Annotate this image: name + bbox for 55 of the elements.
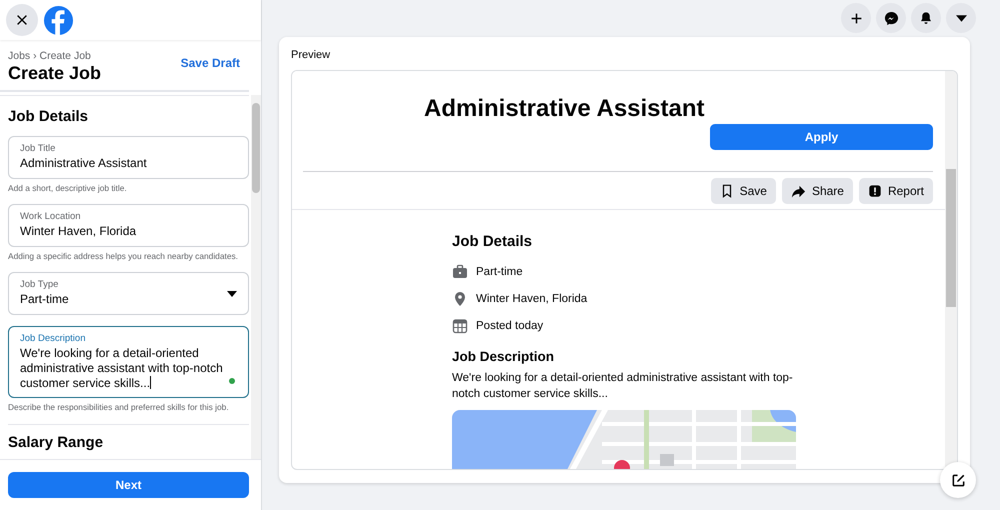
location-pin-icon xyxy=(452,290,468,306)
text-field[interactable]: Work Location Winter Haven, Florida xyxy=(8,204,249,247)
field-label: Job Type xyxy=(20,279,60,290)
exclamation-icon xyxy=(868,184,882,198)
compose-button[interactable] xyxy=(940,462,976,498)
section-title: Job Details xyxy=(8,108,90,125)
detail-text: Part-time xyxy=(476,266,523,278)
bell-icon xyxy=(919,11,933,25)
section-title: Salary Range xyxy=(8,434,104,451)
field-hint: Add a short, descriptive job title. xyxy=(8,183,128,193)
caret-icon xyxy=(227,291,237,297)
breadcrumb[interactable]: Jobs › Create Job xyxy=(8,50,102,62)
detail-text: Posted today xyxy=(476,320,544,332)
field-value: Administrative Assistant xyxy=(20,156,148,171)
page-title: Create Job xyxy=(8,63,102,84)
plus-icon xyxy=(850,12,862,24)
field-label: Work Location xyxy=(20,211,82,222)
save-draft-link[interactable]: Save Draft xyxy=(180,56,240,70)
apply-button[interactable]: Apply xyxy=(710,124,933,150)
field-hint: Adding a specific address helps you reach nearby candidates. xyxy=(8,251,239,261)
logo-icon xyxy=(43,4,74,36)
field-hint: Describe the responsibilities and preferred skills for this job. xyxy=(8,402,230,412)
chat-bubble-icon xyxy=(884,10,898,26)
field-value: Part-time xyxy=(20,292,70,307)
text-area[interactable]: Job Description We're looking for a detail-oriented administrative assistant with top-notch customer service skills... xyxy=(8,326,249,398)
field-value: Winter Haven, Florida xyxy=(20,224,138,239)
share-arrow-icon xyxy=(790,184,806,198)
status-dot-icon xyxy=(229,378,235,384)
close-button[interactable] xyxy=(6,4,38,36)
share-button[interactable]: Share xyxy=(782,178,853,204)
messenger-button[interactable] xyxy=(876,3,906,33)
text-field[interactable]: Job Title Administrative Assistant xyxy=(8,136,249,179)
account-menu-button[interactable] xyxy=(946,3,976,33)
dropdown-field[interactable]: Job Type Part-time xyxy=(8,272,249,315)
report-button[interactable]: Report xyxy=(858,178,933,204)
description-text: We're looking for a detail-oriented administrative assistant with top-notch customer service skills... xyxy=(452,371,794,402)
edit-icon xyxy=(950,472,966,488)
scrollbar[interactable] xyxy=(945,71,957,469)
field-value: We're looking for a detail-oriented administrative assistant with top-notch customer service skills... xyxy=(20,346,224,391)
detail-text: Winter Haven, Florida xyxy=(476,292,588,304)
notifications-button[interactable] xyxy=(911,3,941,33)
create-button[interactable] xyxy=(841,3,871,33)
caret-icon xyxy=(956,14,966,22)
panel-label: Preview xyxy=(291,49,332,61)
job-title: Administrative Assistant xyxy=(424,95,705,123)
save-button[interactable]: Save xyxy=(710,178,776,204)
field-label: Job Description xyxy=(20,333,86,344)
field-label: Job Title xyxy=(20,143,56,154)
briefcase-icon xyxy=(452,264,468,280)
close-icon xyxy=(15,13,29,27)
description-title: Job Description xyxy=(452,349,556,364)
scrollbar[interactable] xyxy=(251,95,261,459)
next-button[interactable]: Next xyxy=(8,472,249,498)
card-title: Job Details xyxy=(452,233,534,250)
calendar-icon xyxy=(452,318,468,334)
